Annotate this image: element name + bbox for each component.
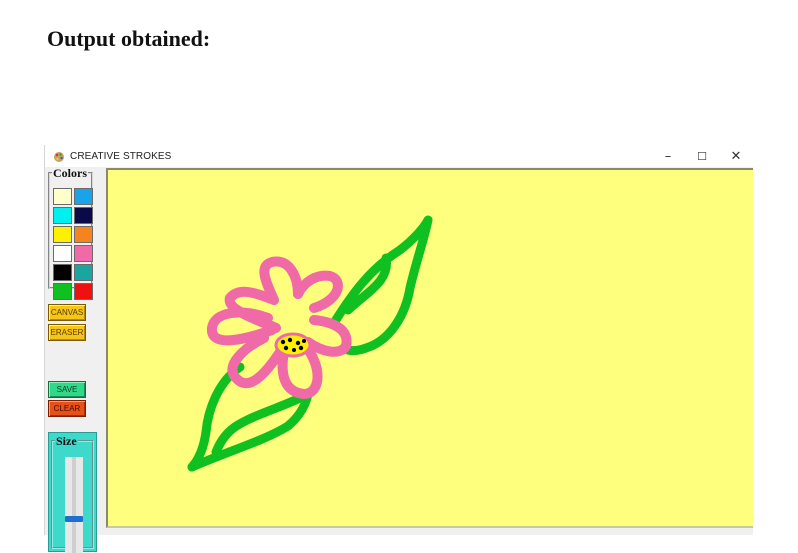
stroke-petal-upper-right — [293, 270, 343, 313]
palette-icon — [53, 150, 65, 162]
stroke-petal-top — [259, 256, 303, 305]
size-group: Size — [51, 434, 94, 553]
size-panel: Size — [48, 432, 97, 553]
swatch-cream[interactable] — [53, 188, 72, 205]
swatch-navy[interactable] — [74, 207, 93, 224]
drawing-canvas[interactable] — [106, 168, 753, 528]
size-slider[interactable] — [65, 457, 83, 553]
maximize-button[interactable]: ☐ — [685, 145, 719, 167]
drawing — [187, 215, 433, 472]
colors-label: Colors — [53, 166, 87, 180]
save-button[interactable]: SAVE — [48, 381, 86, 398]
tool-sidebar: Colors CANVAS ERASER SAVE CLEAR Size — [45, 166, 103, 553]
clear-button[interactable]: CLEAR — [48, 400, 86, 417]
canvas-button[interactable]: CANVAS — [48, 304, 86, 321]
swatch-white[interactable] — [53, 245, 72, 262]
slider-track — [72, 457, 76, 553]
swatch-green[interactable] — [53, 283, 72, 300]
flower-center — [274, 332, 312, 358]
size-label: Size — [56, 434, 77, 448]
window-controls: – ☐ ✕ — [651, 145, 753, 167]
stroke-petal-bottom-left — [227, 333, 285, 389]
close-button[interactable]: ✕ — [719, 145, 753, 167]
stroke-petal-right — [303, 315, 352, 357]
color-swatches — [53, 188, 93, 300]
swatch-pink[interactable] — [74, 245, 93, 262]
colors-group: Colors — [48, 166, 93, 300]
slider-thumb[interactable] — [65, 516, 83, 522]
page-heading: Output obtained: — [47, 26, 211, 51]
swatch-sky-blue[interactable] — [74, 188, 93, 205]
swatch-red[interactable] — [74, 283, 93, 300]
minimize-button[interactable]: – — [651, 145, 685, 167]
window-title: CREATIVE STROKES — [70, 150, 172, 162]
app-window: CREATIVE STROKES – ☐ ✕ Colors CANVAS ERA… — [44, 145, 753, 553]
eraser-button[interactable]: ERASER — [48, 324, 86, 341]
swatch-teal[interactable] — [74, 264, 93, 281]
swatch-cyan[interactable] — [53, 207, 72, 224]
title-bar: CREATIVE STROKES – ☐ ✕ — [45, 145, 753, 167]
swatch-orange[interactable] — [74, 226, 93, 243]
swatch-yellow[interactable] — [53, 226, 72, 243]
swatch-black[interactable] — [53, 264, 72, 281]
